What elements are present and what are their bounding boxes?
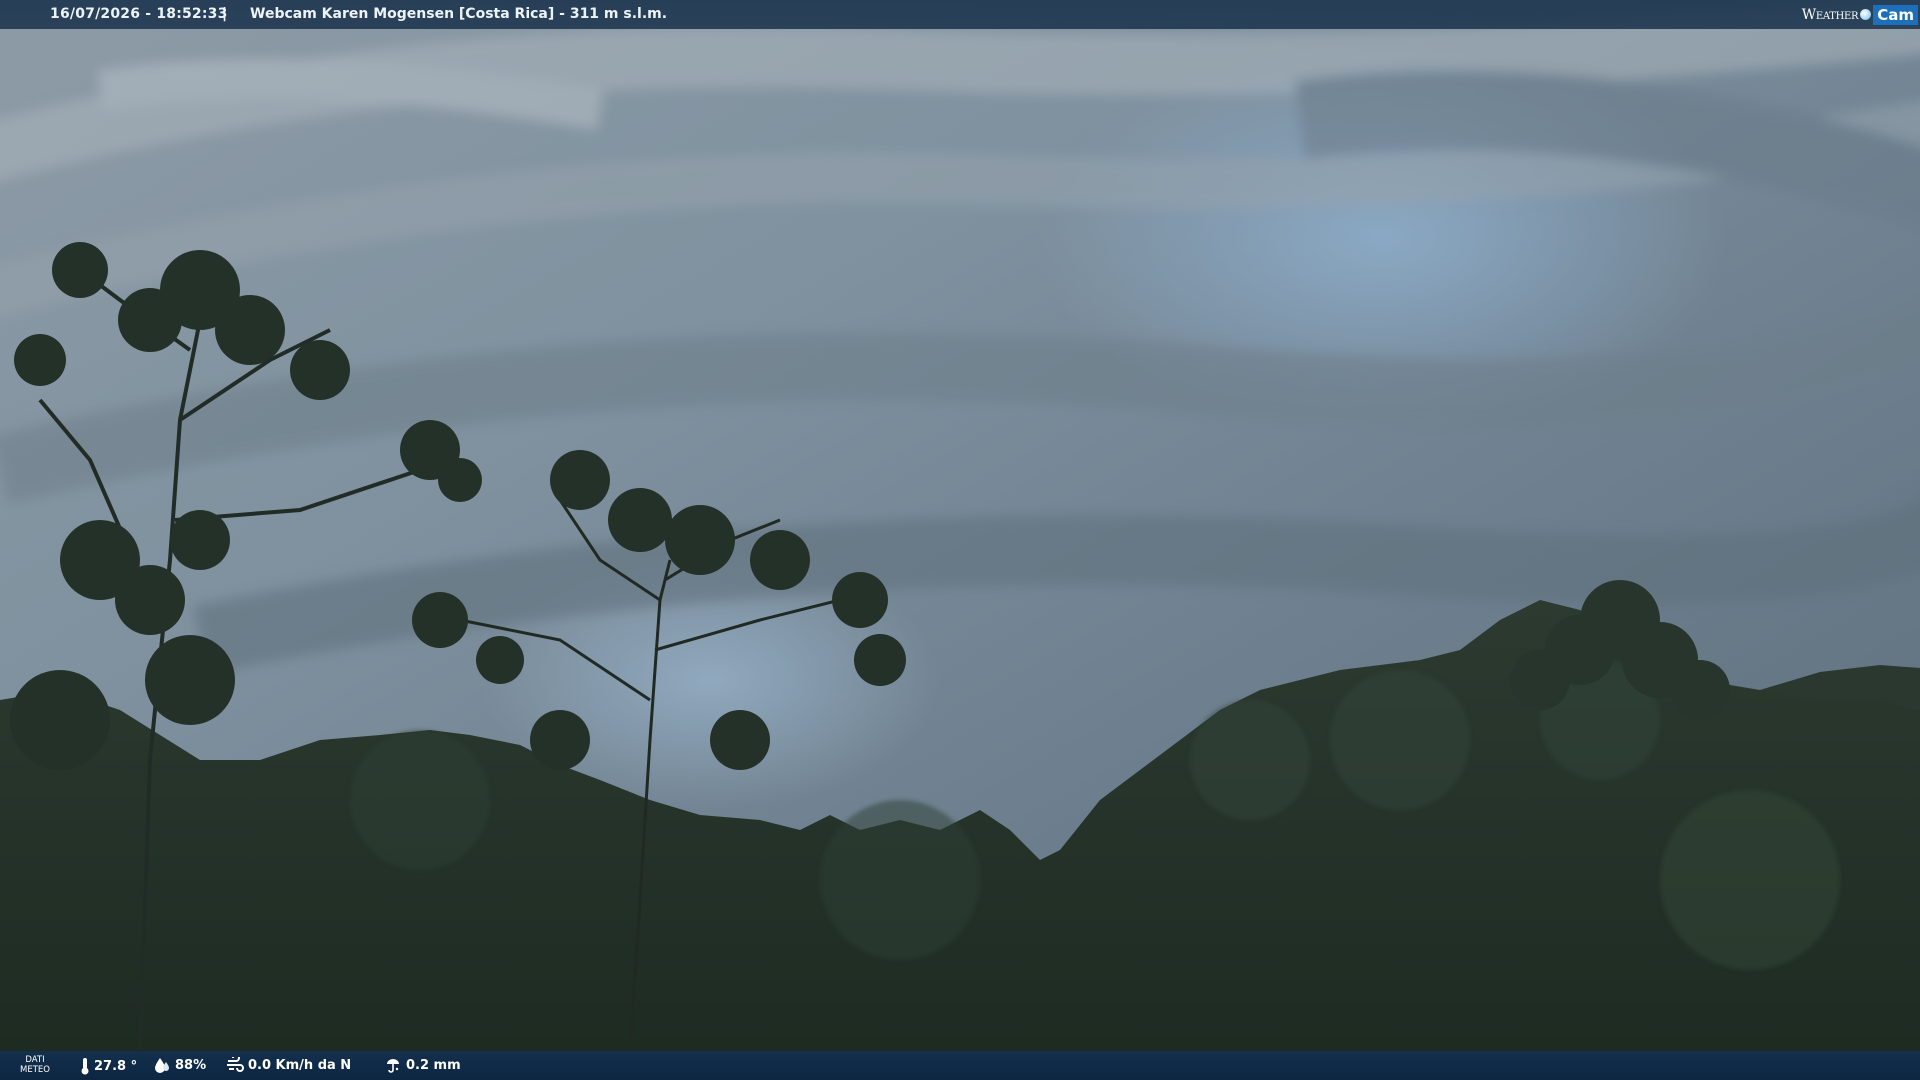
header-separator: | [222, 6, 228, 22]
top-info-bar: 16/07/2026 - 18:52:33 | Webcam Karen Mog… [0, 0, 1920, 29]
wind-icon [227, 1057, 244, 1072]
rain-value: 0.2 mm [406, 1057, 461, 1073]
weather-data-bar: DATI METEO 27.8 ° 88% 0.0 Km/h da N 0.2 … [0, 1051, 1920, 1080]
logo-weather-text: Weather [1801, 6, 1859, 23]
logo-cam-text: Cam [1873, 4, 1918, 25]
weather-data-label-line2: METEO [20, 1065, 50, 1075]
weathercam-logo: Weather Cam [1802, 2, 1918, 27]
wind-reading: 0.0 Km/h da N [226, 1057, 351, 1073]
webcam-image [0, 0, 1920, 1080]
temperature-value: 27.8 ° [94, 1058, 138, 1074]
thermometer-icon [81, 1058, 89, 1075]
weather-data-label-line1: DATI [25, 1055, 45, 1065]
capture-datetime: 16/07/2026 - 18:52:33 [50, 6, 228, 22]
wind-value: 0.0 Km/h da N [248, 1057, 352, 1073]
webcam-title: Webcam Karen Mogensen [Costa Rica] - 311… [250, 6, 668, 22]
humidity-value: 88% [175, 1057, 207, 1073]
humidity-drop-icon [155, 1058, 169, 1073]
humidity-reading: 88% [153, 1057, 206, 1073]
temperature-reading: 27.8 ° [80, 1057, 137, 1075]
logo-lens-icon [1860, 9, 1872, 20]
rain-gauge-icon [387, 1059, 399, 1073]
rain-reading: 0.2 mm [384, 1057, 461, 1073]
webcam-frame: 16/07/2026 - 18:52:33 | Webcam Karen Mog… [0, 0, 1920, 1080]
weather-data-label: DATI METEO [20, 1055, 50, 1075]
